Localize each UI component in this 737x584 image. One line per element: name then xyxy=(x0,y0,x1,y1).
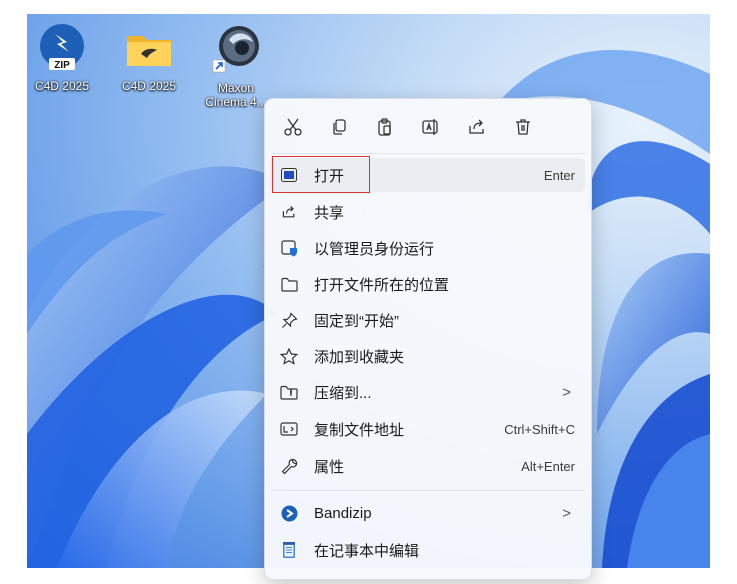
submenu-arrow: > xyxy=(562,383,571,401)
separator xyxy=(271,153,585,154)
share-icon xyxy=(278,201,300,223)
menu-item-label: 添加到收藏夹 xyxy=(314,348,405,366)
paste-icon xyxy=(378,118,391,136)
star-icon xyxy=(278,345,300,367)
copy-path-icon xyxy=(278,418,300,440)
menu-item-shortcut: Enter xyxy=(543,167,575,183)
zip-archive-icon: ZIP xyxy=(40,24,84,71)
delete-button[interactable] xyxy=(509,113,537,141)
paste-button[interactable] xyxy=(371,113,399,141)
cut-icon xyxy=(284,118,302,136)
menu-item-copy-path[interactable]: 复制文件地址 Ctrl+Shift+C xyxy=(270,412,585,446)
cinema4d-shortcut-icon xyxy=(212,26,259,73)
share-button[interactable] xyxy=(463,113,491,141)
folder-icon xyxy=(127,36,171,66)
pin-icon xyxy=(278,309,300,331)
cut-button[interactable] xyxy=(279,113,307,141)
highlight-box xyxy=(272,156,370,193)
rename-button[interactable] xyxy=(417,113,445,141)
compress-icon xyxy=(278,381,300,403)
menu-item-label: 复制文件地址 xyxy=(314,421,405,439)
desktop-icon-label: C4D 2025 xyxy=(34,79,90,93)
desktop-icon-label: C4D 2025 xyxy=(121,79,177,93)
wrench-icon xyxy=(278,455,300,477)
menu-item-label: 压缩到... xyxy=(314,384,372,402)
menu-item-properties[interactable]: 属性 Alt+Enter xyxy=(270,449,585,483)
copy-icon xyxy=(333,119,346,135)
separator xyxy=(271,490,585,491)
menu-item-shortcut: Ctrl+Shift+C xyxy=(504,421,575,437)
desktop-icon-label-line2: Cinema 4... xyxy=(205,95,267,109)
folder-icon xyxy=(278,273,300,295)
menu-item-label: 固定到“开始” xyxy=(314,312,399,330)
menu-item-add-favorites[interactable]: 添加到收藏夹 xyxy=(270,339,585,373)
run-as-admin-icon xyxy=(278,237,300,259)
menu-item-bandizip[interactable]: Bandizip > xyxy=(270,496,585,530)
menu-item-edit-notepad[interactable]: 在记事本中编辑 xyxy=(270,533,585,567)
desktop-icon-label: Maxon xyxy=(217,81,255,95)
context-menu-toolbar xyxy=(265,99,591,153)
notepad-icon xyxy=(278,539,300,561)
desktop-icon-c4d-folder[interactable]: C4D 2025 xyxy=(114,22,184,93)
menu-item-label: Bandizip xyxy=(314,504,372,522)
menu-item-compress-to[interactable]: 压缩到... > xyxy=(270,375,585,409)
menu-item-open-location[interactable]: 打开文件所在的位置 xyxy=(270,267,585,301)
menu-item-shortcut: Alt+Enter xyxy=(521,458,575,474)
desktop-icon-c4d-zip[interactable]: ZIP C4D 2025 xyxy=(27,22,97,93)
copy-button[interactable] xyxy=(325,113,353,141)
bandizip-icon xyxy=(278,502,300,524)
svg-text:ZIP: ZIP xyxy=(54,60,70,71)
submenu-arrow: > xyxy=(562,504,571,522)
delete-icon xyxy=(516,119,530,135)
rename-icon xyxy=(422,119,438,135)
menu-item-share[interactable]: 共享 xyxy=(270,195,585,229)
menu-item-label: 以管理员身份运行 xyxy=(314,240,435,258)
menu-item-label: 共享 xyxy=(314,204,345,222)
desktop-icon-cinema4d[interactable]: Maxon Cinema 4... xyxy=(201,20,271,109)
menu-item-label: 属性 xyxy=(314,458,345,476)
menu-item-pin-to-start[interactable]: 固定到“开始” xyxy=(270,303,585,337)
share-icon xyxy=(469,119,484,134)
menu-item-label: 在记事本中编辑 xyxy=(314,542,420,560)
menu-item-run-as-admin[interactable]: 以管理员身份运行 xyxy=(270,231,585,265)
menu-item-label: 打开文件所在的位置 xyxy=(314,276,450,294)
